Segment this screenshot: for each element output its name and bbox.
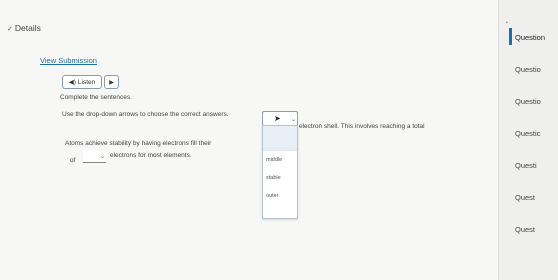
sentence-part3-suffix: electrons for most elements. bbox=[110, 152, 192, 159]
dropdown-option-outer[interactable]: outer bbox=[263, 187, 297, 205]
instruction-complete: Complete the sentences. bbox=[60, 94, 132, 101]
sidebar-item-question-7[interactable]: Quest bbox=[515, 225, 535, 234]
sidebar-item-question-4[interactable]: Questic bbox=[515, 129, 540, 138]
main-content: ✓ Details View Submission ◀) Listen ▶ Com… bbox=[0, 0, 498, 280]
dropdown-option-stable[interactable]: stable bbox=[263, 169, 297, 187]
sidebar-item-question-1[interactable]: Question bbox=[515, 33, 545, 42]
chevron-down-icon: ⌄ bbox=[290, 116, 296, 123]
active-indicator bbox=[509, 28, 512, 45]
sidebar-item-question-6[interactable]: Quest bbox=[515, 193, 535, 202]
dropdown-menu: middle stable outer bbox=[262, 125, 298, 219]
instruction-dropdown: Use the drop-down arrows to choose the c… bbox=[62, 111, 229, 118]
count-dropdown[interactable]: ⌄ bbox=[83, 150, 106, 163]
speaker-icon: ◀) bbox=[68, 79, 76, 86]
dropdown-blank-option[interactable] bbox=[263, 126, 297, 151]
play-button[interactable]: ▶ bbox=[104, 75, 119, 89]
view-submission-link[interactable]: View Submission bbox=[40, 56, 97, 65]
sidebar-marker: • bbox=[506, 20, 508, 26]
details-label: Details bbox=[14, 23, 41, 33]
sidebar-item-question-2[interactable]: Questio bbox=[515, 65, 541, 74]
sentence-part3-prefix: of bbox=[70, 157, 76, 164]
details-toggle[interactable]: ✓ Details bbox=[7, 23, 41, 33]
question-sidebar bbox=[498, 0, 558, 280]
chevron-down-icon: ✓ bbox=[7, 26, 13, 33]
sentence-part1: Atoms achieve stability by having electr… bbox=[65, 140, 212, 147]
listen-button[interactable]: ◀) Listen bbox=[62, 75, 102, 89]
sidebar-item-question-5[interactable]: Questi bbox=[515, 161, 537, 170]
sentence-part2: electron shell. This involves reaching a… bbox=[299, 123, 425, 130]
chevron-down-icon: ⌄ bbox=[99, 153, 105, 160]
sidebar-item-question-3[interactable]: Questio bbox=[515, 97, 541, 106]
cursor-icon: ➤ bbox=[274, 114, 281, 123]
listen-label: Listen bbox=[77, 78, 96, 86]
dropdown-option-middle[interactable]: middle bbox=[263, 151, 297, 169]
play-icon: ▶ bbox=[109, 79, 114, 86]
